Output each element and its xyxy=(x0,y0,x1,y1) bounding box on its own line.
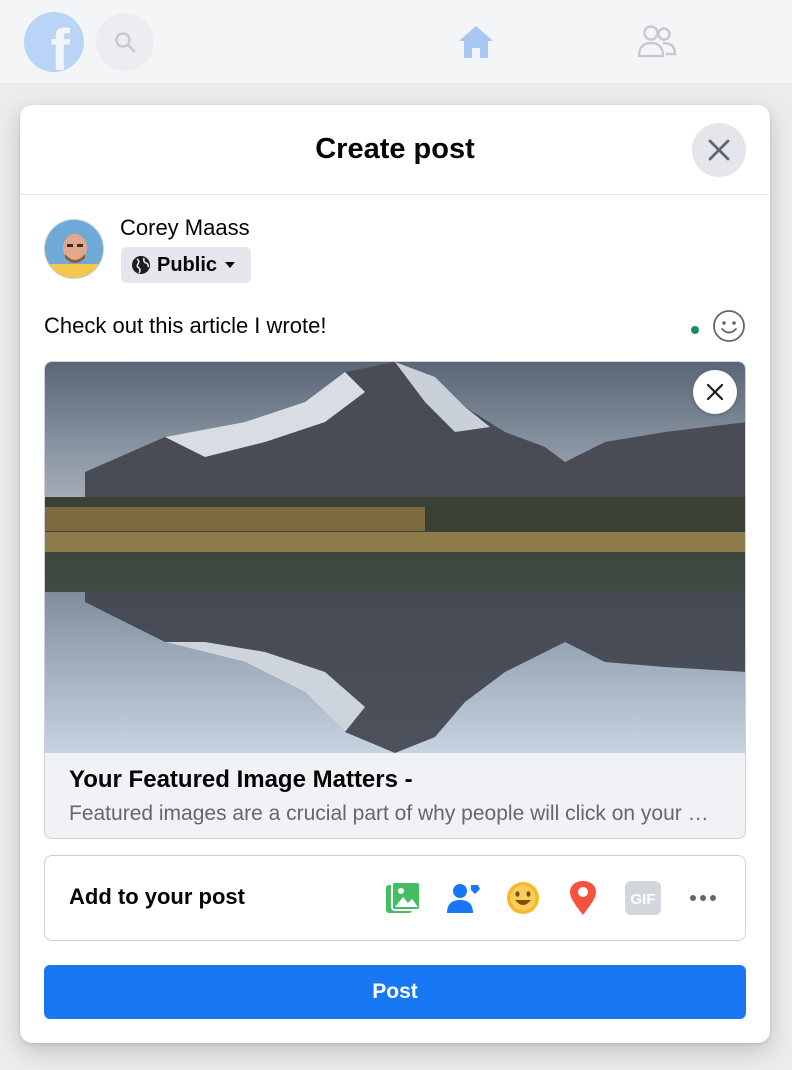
audience-selector-button[interactable]: Public xyxy=(121,247,251,283)
post-button[interactable]: Post xyxy=(44,965,746,1019)
link-preview-card[interactable]: Your Featured Image Matters - Featured i… xyxy=(44,361,746,839)
dialog-header: Create post xyxy=(20,105,770,195)
globe-icon xyxy=(132,256,150,274)
chevron-down-icon xyxy=(225,262,236,268)
search-button[interactable] xyxy=(96,13,154,71)
top-navigation-bar: f xyxy=(0,0,792,84)
photo-video-icon xyxy=(386,881,421,913)
more-icon xyxy=(690,895,716,901)
link-preview-image xyxy=(45,362,745,753)
dialog-title: Create post xyxy=(315,133,475,165)
close-dialog-button[interactable] xyxy=(692,123,746,177)
create-post-dialog: Create post Corey Maass Public Check out… xyxy=(20,105,770,1043)
tag-people-button[interactable] xyxy=(443,878,483,918)
search-icon xyxy=(115,32,136,53)
close-icon xyxy=(706,383,724,401)
smiley-icon[interactable] xyxy=(712,309,746,343)
remove-link-preview-button[interactable] xyxy=(693,370,737,414)
friends-icon[interactable] xyxy=(636,22,678,62)
gif-button[interactable]: GIF xyxy=(623,878,663,918)
link-preview-title: Your Featured Image Matters - xyxy=(69,766,413,793)
photo-video-button[interactable] xyxy=(383,878,423,918)
feeling-activity-button[interactable] xyxy=(503,878,543,918)
gif-label: GIF xyxy=(631,891,656,908)
facebook-logo-icon[interactable]: f xyxy=(24,12,84,72)
avatar[interactable] xyxy=(44,219,104,279)
check-in-icon xyxy=(570,881,596,915)
audience-label: Public xyxy=(157,253,218,276)
link-preview-description: Featured images are a crucial part of wh… xyxy=(69,802,709,825)
author-name[interactable]: Corey Maass xyxy=(120,215,250,241)
close-icon xyxy=(708,139,730,161)
add-to-post-label: Add to your post xyxy=(69,884,245,909)
tag-people-icon xyxy=(447,884,480,913)
add-to-post-bar: Add to your post GIF xyxy=(44,855,746,941)
post-text-input[interactable]: Check out this article I wrote! xyxy=(44,313,326,339)
status-dot xyxy=(691,326,699,334)
gif-icon: GIF xyxy=(625,881,661,915)
avatar-portrait xyxy=(45,220,103,278)
more-options-button[interactable] xyxy=(683,878,723,918)
home-icon[interactable] xyxy=(456,22,496,62)
check-in-button[interactable] xyxy=(563,878,603,918)
facebook-logo-letter: f xyxy=(50,18,70,73)
feeling-activity-icon xyxy=(507,882,539,914)
post-author: Corey Maass Public xyxy=(44,215,544,289)
